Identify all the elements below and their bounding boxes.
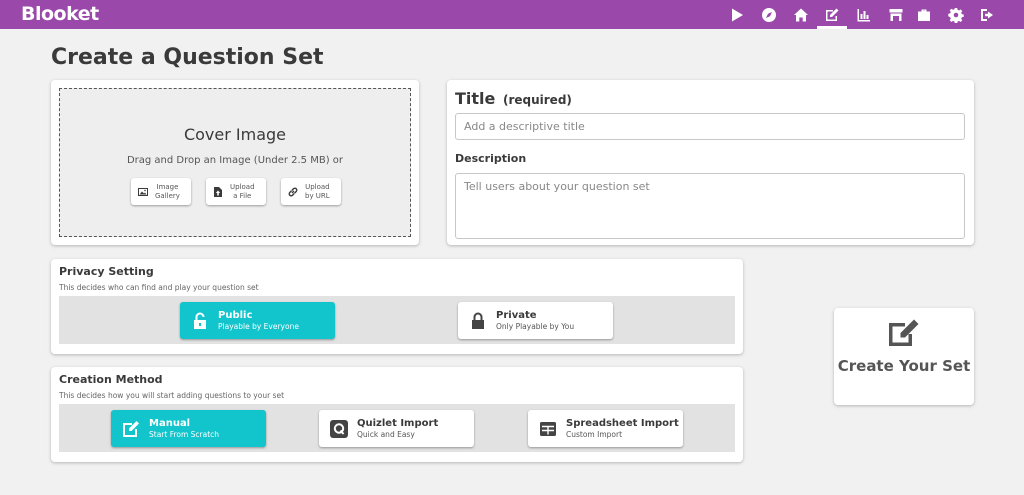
title-label-text: Title	[455, 89, 496, 108]
title-label: Title (required)	[455, 89, 572, 108]
active-nav-indicator	[817, 26, 847, 29]
market-icon[interactable]	[886, 5, 906, 25]
top-bar: Blooket	[0, 0, 1024, 29]
lock-icon	[468, 311, 488, 331]
upload-url-label: Upload by URL	[305, 182, 330, 200]
cover-image-dropzone[interactable]: Cover Image Drag and Drop an Image (Unde…	[59, 88, 411, 237]
privacy-options-bar: Public Playable by Everyone Private Only…	[59, 296, 735, 344]
upload-file-button[interactable]: Upload a File	[206, 178, 266, 205]
home-icon[interactable]	[791, 5, 811, 25]
spreadsheet-icon	[538, 419, 558, 439]
logout-icon[interactable]	[977, 5, 997, 25]
title-input[interactable]	[455, 113, 965, 140]
image-icon	[138, 187, 148, 196]
private-option-button[interactable]: Private Only Playable by You	[458, 302, 613, 339]
compass-icon[interactable]	[759, 5, 779, 25]
spreadsheet-import-button[interactable]: Spreadsheet Import Custom Import	[528, 410, 683, 447]
edit-icon	[889, 319, 919, 346]
private-option-sublabel: Only Playable by You	[496, 322, 575, 331]
image-gallery-button[interactable]: Image Gallery	[131, 178, 191, 205]
cover-image-title: Cover Image	[183, 125, 287, 144]
link-icon	[288, 187, 298, 196]
create-set-label: Create Your Set	[837, 357, 971, 375]
image-gallery-label: Image Gallery	[155, 182, 180, 200]
description-input[interactable]	[455, 173, 965, 239]
cover-image-panel: Cover Image Drag and Drop an Image (Unde…	[51, 80, 419, 245]
quizlet-icon	[329, 419, 349, 439]
set-details-panel: Title (required) Description	[447, 80, 974, 245]
manual-option-sublabel: Start From Scratch	[149, 430, 220, 439]
stats-icon[interactable]	[854, 5, 874, 25]
public-option-label: Public	[218, 310, 253, 321]
upload-file-icon	[214, 186, 222, 197]
app-logo[interactable]: Blooket	[21, 3, 99, 25]
creation-method-subtitle: This decides how you will start adding q…	[59, 391, 285, 400]
private-option-label: Private	[496, 310, 537, 321]
public-option-sublabel: Playable by Everyone	[218, 322, 299, 331]
upload-file-label: Upload a File	[230, 182, 255, 200]
quizlet-import-sublabel: Quick and Easy	[357, 430, 415, 439]
unlock-icon	[190, 311, 210, 331]
edit-icon[interactable]	[822, 5, 842, 25]
privacy-setting-panel: Privacy Setting This decides who can fin…	[51, 259, 743, 354]
upload-url-button[interactable]: Upload by URL	[281, 178, 341, 205]
quizlet-import-button[interactable]: Quizlet Import Quick and Easy	[319, 410, 474, 447]
manual-option-label: Manual	[149, 418, 191, 429]
spreadsheet-import-label: Spreadsheet Import	[566, 418, 679, 429]
privacy-setting-subtitle: This decides who can find and play your …	[59, 283, 259, 292]
quizlet-import-label: Quizlet Import	[357, 418, 439, 429]
creation-method-panel: Creation Method This decides how you wil…	[51, 367, 743, 462]
play-icon[interactable]	[727, 5, 747, 25]
create-set-button[interactable]: Create Your Set	[834, 308, 974, 405]
briefcase-icon[interactable]	[914, 5, 934, 25]
title-required-label: (required)	[502, 93, 572, 107]
edit-icon	[121, 419, 141, 439]
creation-method-title: Creation Method	[59, 373, 163, 386]
manual-option-button[interactable]: Manual Start From Scratch	[111, 410, 266, 447]
cover-image-subtitle: Drag and Drop an Image (Under 2.5 MB) or	[126, 155, 344, 166]
public-option-button[interactable]: Public Playable by Everyone	[180, 302, 335, 339]
page-title: Create a Question Set	[51, 45, 324, 70]
spreadsheet-import-sublabel: Custom Import	[566, 430, 623, 439]
privacy-setting-title: Privacy Setting	[59, 265, 154, 278]
creation-options-bar: Manual Start From Scratch Quizlet Import…	[59, 404, 735, 452]
description-label: Description	[455, 152, 527, 165]
gear-icon[interactable]	[946, 5, 966, 25]
